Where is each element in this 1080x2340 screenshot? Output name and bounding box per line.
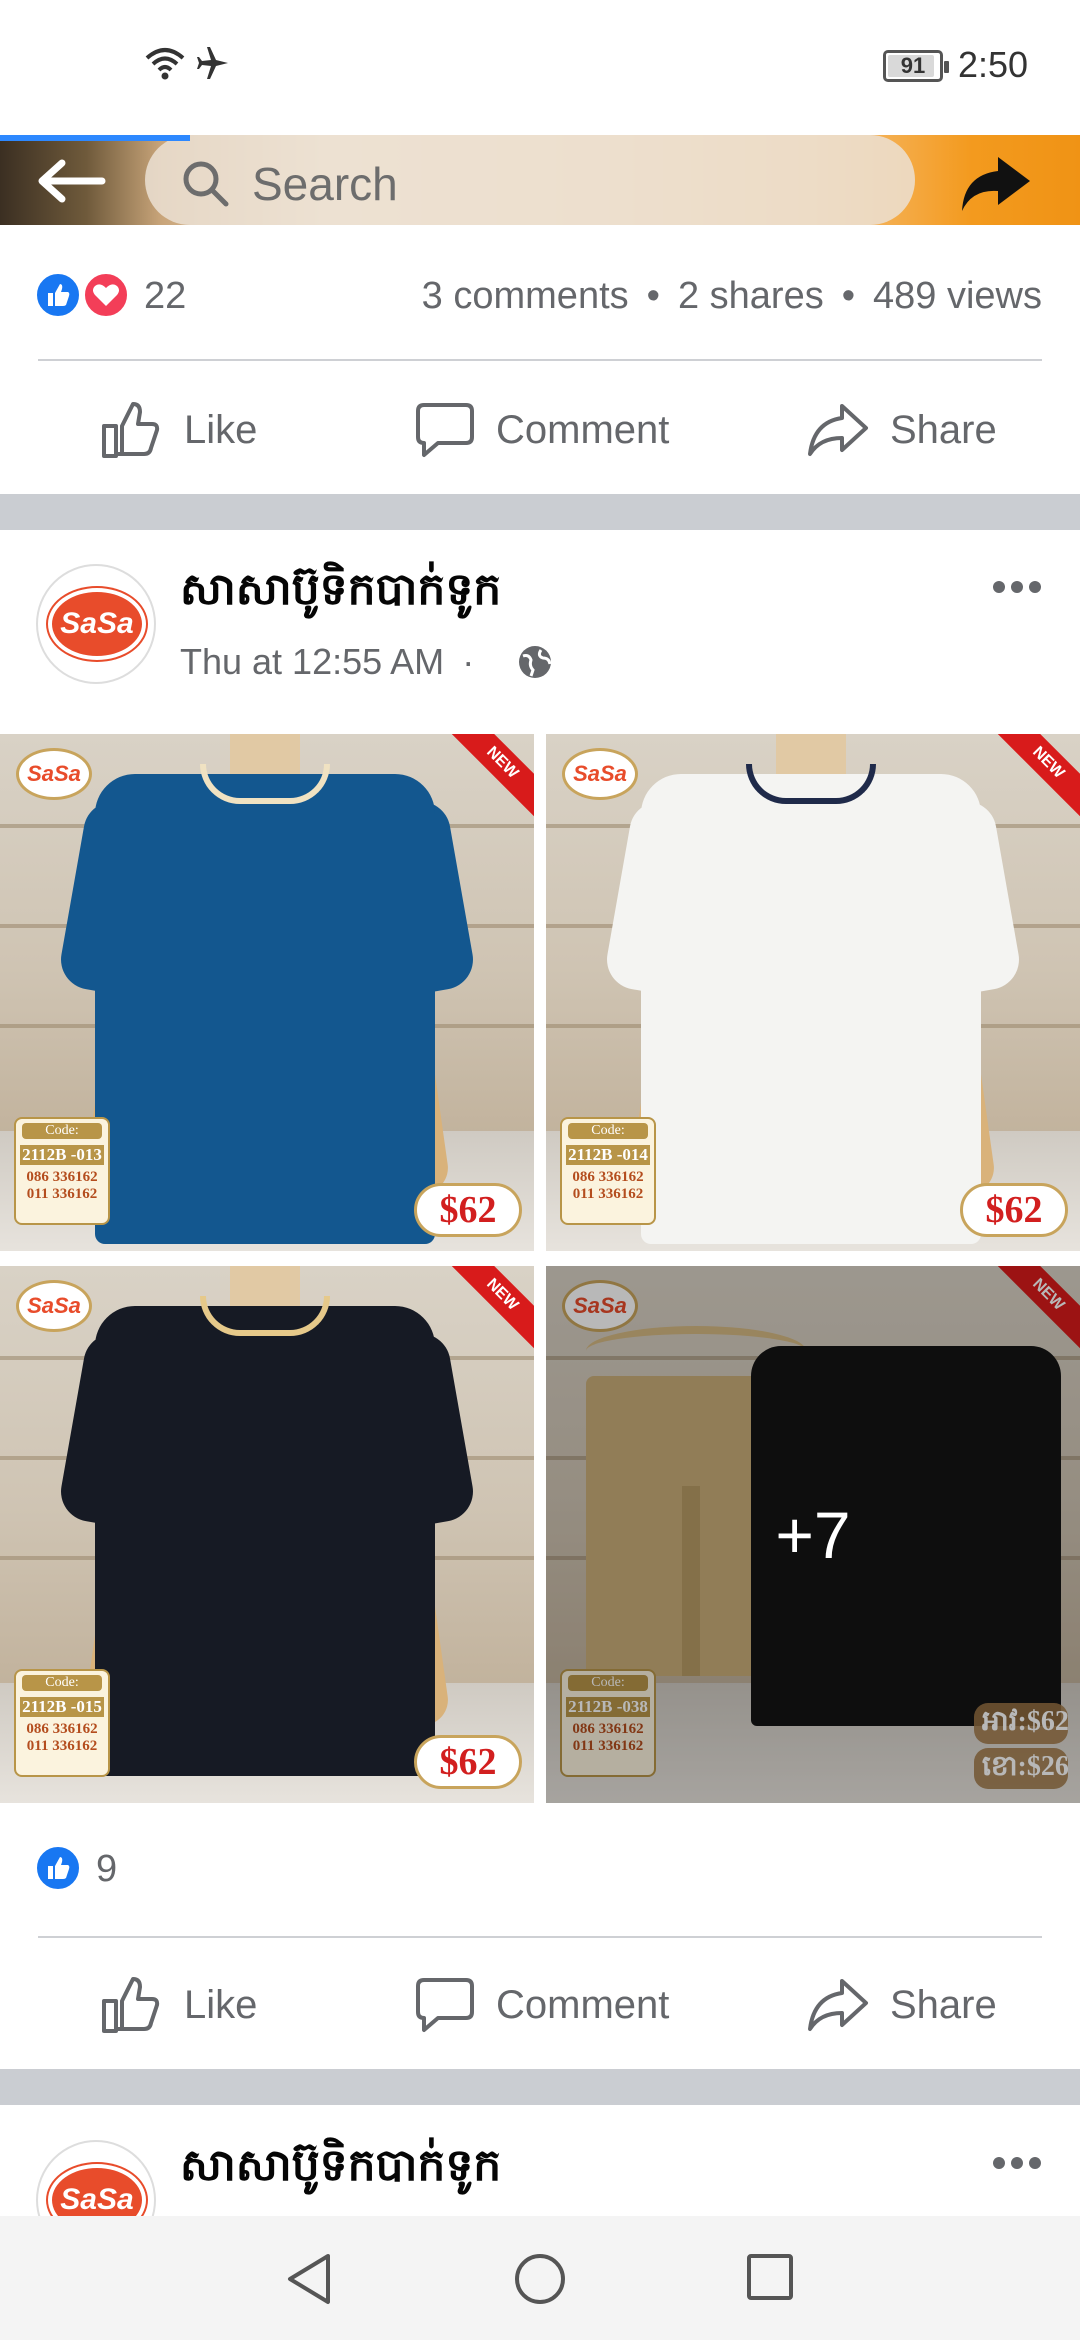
- comment-icon: [416, 403, 474, 457]
- page-name[interactable]: សាសាប៊ូទិកបាក់ទូក: [180, 562, 501, 626]
- product-code: 2112B -015: [20, 1697, 104, 1717]
- reaction-count: 22: [144, 275, 187, 317]
- like-button[interactable]: Like: [100, 1955, 257, 2055]
- like-reaction-icon: [34, 1844, 82, 1892]
- nav-home-icon[interactable]: [513, 2252, 567, 2311]
- post-reactions-summary[interactable]: 22 3 comments • 2 shares • 489 views: [0, 255, 1080, 335]
- search-input[interactable]: Search: [145, 135, 915, 225]
- polo-shirt: [95, 774, 435, 1244]
- airplane-icon: [193, 46, 233, 85]
- like-button[interactable]: Like: [100, 380, 257, 480]
- shares-count[interactable]: 2 shares: [678, 275, 824, 317]
- phone-number: 011 336162: [26, 1186, 98, 1202]
- product-photo[interactable]: SaSa NEW Code: 2112B -015 086 336162 011 3361…: [0, 1266, 534, 1803]
- product-code-card: Code: 2112B -014 086 336162 011 336162: [560, 1117, 656, 1225]
- product-photo[interactable]: SaSa NEW Code: 2112B -013 086 336162 011 3361…: [0, 734, 534, 1251]
- search-placeholder: Search: [252, 158, 398, 210]
- sasa-logo: SaSa: [48, 588, 146, 660]
- product-photo[interactable]: SaSa NEW Code: 2112B -038 086 336162 011 3361…: [546, 1266, 1080, 1803]
- share-icon: [808, 1979, 868, 2031]
- more-options-icon[interactable]: [992, 2156, 1042, 2175]
- product-code-card: Code: 2112B -013 086 336162 011 336162: [14, 1117, 110, 1225]
- shirt-collar: [200, 1296, 330, 1336]
- like-label: Like: [184, 407, 258, 452]
- nav-recents-icon[interactable]: [745, 2252, 795, 2307]
- sasa-logo-badge: SaSa: [16, 1280, 92, 1332]
- sasa-logo-badge: SaSa: [16, 748, 92, 800]
- globe-icon: [517, 644, 553, 685]
- code-label: Code:: [22, 1675, 102, 1691]
- like-reaction-icon: [34, 271, 82, 319]
- product-code: 2112B -014: [566, 1145, 650, 1165]
- battery-level-text: 91: [900, 53, 926, 78]
- search-header: Search: [0, 135, 1080, 225]
- feed-separator: [0, 2069, 1080, 2105]
- product-photo[interactable]: SaSa NEW Code: 2112B -014 086 336162 011 3361…: [546, 734, 1080, 1251]
- search-icon: [181, 159, 231, 214]
- status-bar: 91 2:50: [0, 0, 1080, 135]
- share-label: Share: [890, 1982, 997, 2027]
- comment-button[interactable]: Comment: [414, 1955, 669, 2055]
- post-reactions-summary[interactable]: 9: [0, 1838, 1080, 1904]
- like-icon: [102, 402, 160, 458]
- like-icon: [102, 1977, 160, 2033]
- time-separator: ·: [462, 641, 475, 682]
- code-label: Code:: [568, 1123, 648, 1139]
- comment-label: Comment: [496, 1982, 670, 2027]
- share-arrow-icon[interactable]: [958, 153, 1034, 218]
- polo-shirt: [641, 774, 981, 1244]
- love-reaction-icon: [82, 271, 130, 319]
- page-name[interactable]: សាសាប៊ូទិកបាក់ទូក: [180, 2138, 501, 2202]
- like-label: Like: [184, 1982, 258, 2027]
- product-code-card: Code: 2112B -015 086 336162 011 336162: [14, 1669, 110, 1777]
- post-timestamp: Thu at 12:55 AM ·: [180, 641, 474, 683]
- comment-button[interactable]: Comment: [414, 380, 669, 480]
- phone-number: 011 336162: [26, 1738, 98, 1754]
- wifi-icon: [145, 46, 185, 85]
- comments-count[interactable]: 3 comments: [422, 275, 629, 317]
- price-tag: $62: [960, 1183, 1068, 1237]
- reaction-count: 9: [96, 1848, 118, 1890]
- product-code: 2112B -013: [20, 1145, 104, 1165]
- comment-label: Comment: [496, 407, 670, 452]
- phone-number: 086 336162: [26, 1169, 98, 1185]
- share-icon: [808, 404, 868, 456]
- phone-number: 086 336162: [572, 1169, 644, 1185]
- share-button[interactable]: Share: [806, 380, 997, 480]
- post-stats: 3 comments • 2 shares • 489 views: [422, 275, 1042, 318]
- shirt-collar: [200, 764, 330, 804]
- post-actions: Like Comment Share: [0, 1955, 1080, 2055]
- page-load-progress: [0, 135, 190, 141]
- more-photos-count: +7: [775, 1497, 851, 1572]
- sasa-logo-badge: SaSa: [562, 748, 638, 800]
- code-label: Code:: [22, 1123, 102, 1139]
- battery-icon: 91: [883, 50, 949, 82]
- divider: [38, 1936, 1042, 1938]
- feed-separator: [0, 494, 1080, 530]
- shirt-collar: [746, 764, 876, 804]
- phone-number: 011 336162: [572, 1186, 644, 1202]
- phone-number: 086 336162: [26, 1721, 98, 1737]
- share-button[interactable]: Share: [806, 1955, 997, 2055]
- stats-dot: •: [646, 275, 660, 317]
- polo-shirt: [95, 1306, 435, 1776]
- nav-back-icon[interactable]: [284, 2252, 334, 2311]
- comment-icon: [416, 1978, 474, 2032]
- clock: 2:50: [958, 44, 1029, 85]
- post-time-text: Thu at 12:55 AM: [180, 641, 445, 682]
- more-options-icon[interactable]: [992, 580, 1042, 599]
- price-tag: $62: [414, 1735, 522, 1789]
- more-photos-overlay[interactable]: +7: [546, 1266, 1080, 1803]
- price-tag: $62: [414, 1183, 522, 1237]
- views-count: 489 views: [873, 275, 1042, 317]
- post-actions: Like Comment Share: [0, 380, 1080, 480]
- back-arrow-icon[interactable]: [36, 159, 106, 208]
- share-label: Share: [890, 407, 997, 452]
- page-avatar[interactable]: SaSa: [36, 564, 156, 684]
- system-navigation-bar: [0, 2216, 1080, 2340]
- divider: [38, 359, 1042, 361]
- stats-dot: •: [841, 275, 856, 317]
